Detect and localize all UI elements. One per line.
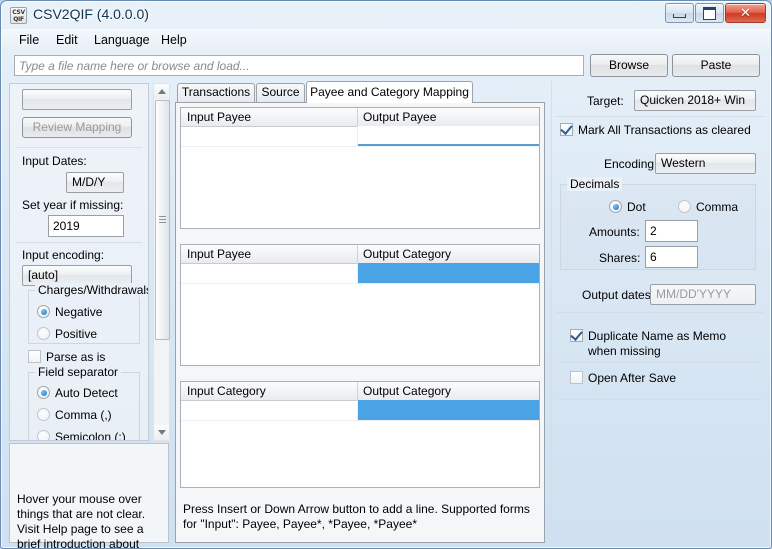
column-header-input-payee[interactable]: Input Payee <box>187 110 251 124</box>
column-divider <box>357 108 358 126</box>
application-window: CSV QIF CSV2QIF (4.0.0.0) ✕ File Edit Lan… <box>0 0 772 549</box>
table-row[interactable] <box>181 263 539 284</box>
file-path-input[interactable] <box>14 55 584 76</box>
target-combo[interactable]: Quicken 2018+ Win <box>634 90 756 111</box>
divider-3 <box>556 362 764 363</box>
minimize-icon <box>666 4 693 22</box>
grid-header: Input Payee Output Category <box>181 245 539 264</box>
encoding-label: Encoding: <box>604 157 658 171</box>
mark-all-cleared-checkbox[interactable]: Mark All Transactions as cleared <box>560 123 751 137</box>
menu-file[interactable]: File <box>12 32 46 49</box>
input-encoding-label: Input encoding: <box>22 248 105 262</box>
grid-hint-text: Press Insert or Down Arrow button to add… <box>178 498 542 540</box>
radio-separator-semicolon[interactable]: Semicolon (;) <box>37 430 126 440</box>
divider-2 <box>16 242 142 243</box>
charges-withdrawals-group: Charges/Withdrawals Negative Positive <box>28 283 148 344</box>
input-dates-combo[interactable]: M/D/Y <box>66 172 124 193</box>
grip-icon <box>159 216 166 224</box>
review-mapping-button[interactable]: Review Mapping <box>22 117 132 138</box>
cell-output-category[interactable] <box>358 263 539 283</box>
decimals-legend: Decimals <box>567 177 623 191</box>
cell-input-category[interactable] <box>181 400 358 420</box>
decimals-group: Decimals Dot Comma Amounts: 2 Shares: 6 <box>560 177 756 270</box>
title-bar[interactable]: CSV QIF CSV2QIF (4.0.0.0) ✕ <box>1 1 771 29</box>
field-separator-legend: Field separator <box>35 365 122 379</box>
column-divider <box>357 382 358 400</box>
left-options-panel: Review Mapping Input Dates: M/D/Y Set ye… <box>9 83 149 441</box>
cell-input-payee[interactable] <box>181 263 358 283</box>
target-label: Target: <box>587 94 624 108</box>
divider-2 <box>556 312 764 313</box>
cell-output-payee[interactable] <box>358 126 539 146</box>
duplicate-name-as-memo-checkbox[interactable]: Duplicate Name as Memo when missing <box>570 329 738 359</box>
amounts-spinner[interactable]: 2 <box>645 220 698 242</box>
file-toolbar: Browse Paste <box>2 51 771 81</box>
grid-header: Input Category Output Category <box>181 382 539 401</box>
table-row[interactable] <box>181 126 539 147</box>
radio-separator-auto[interactable]: Auto Detect <box>37 386 118 400</box>
radio-charges-negative[interactable]: Negative <box>37 305 102 319</box>
menu-bar: File Edit Language Help <box>2 29 771 51</box>
output-dates-label: Output dates: <box>582 288 655 302</box>
radio-charges-positive[interactable]: Positive <box>37 327 97 341</box>
column-header-output-payee[interactable]: Output Payee <box>363 110 436 124</box>
column-divider <box>357 245 358 263</box>
encoding-combo[interactable]: Western <box>655 153 756 174</box>
divider-4 <box>556 399 764 400</box>
center-tab-panel: Transactions Source Payee and Category M… <box>175 81 545 543</box>
radio-separator-comma[interactable]: Comma (,) <box>37 408 112 422</box>
menu-edit[interactable]: Edit <box>49 32 85 49</box>
open-after-save-checkbox[interactable]: Open After Save <box>570 371 676 385</box>
column-header-input-payee[interactable]: Input Payee <box>187 247 251 261</box>
shares-label: Shares: <box>599 251 641 265</box>
grid-category-to-category[interactable]: Input Category Output Category <box>180 381 540 488</box>
window-title: CSV2QIF (4.0.0.0) <box>33 6 149 22</box>
browse-button[interactable]: Browse <box>590 54 668 77</box>
scrollbar-thumb[interactable] <box>155 100 170 340</box>
right-options-panel: Target: Quicken 2018+ Win Mark All Trans… <box>551 81 767 543</box>
paste-button[interactable]: Paste <box>672 54 760 77</box>
field-separator-group: Field separator Auto Detect Comma (,) Se… <box>28 365 140 440</box>
input-dates-label: Input Dates: <box>22 154 87 168</box>
radio-decimal-comma[interactable]: Comma <box>678 200 738 214</box>
cell-output-category[interactable] <box>358 400 539 420</box>
set-year-label: Set year if missing: <box>22 198 124 212</box>
divider-1 <box>16 147 142 148</box>
cell-input-payee[interactable] <box>181 126 358 146</box>
output-dates-combo[interactable]: MM/DD'YYYY <box>650 284 756 305</box>
close-button[interactable]: ✕ <box>725 3 766 23</box>
tab-source[interactable]: Source <box>256 83 305 102</box>
radio-decimal-dot[interactable]: Dot <box>609 200 646 214</box>
grid-header: Input Payee Output Payee <box>181 108 539 127</box>
tab-payee-and-category-mapping[interactable]: Payee and Category Mapping <box>306 81 473 103</box>
table-row[interactable] <box>181 400 539 421</box>
charges-withdrawals-legend: Charges/Withdrawals <box>35 283 148 297</box>
scroll-down-arrow-icon[interactable] <box>154 425 169 440</box>
tab-transactions[interactable]: Transactions <box>177 83 255 102</box>
menu-language[interactable]: Language <box>87 32 157 49</box>
maximize-button[interactable] <box>695 3 724 23</box>
minimize-button[interactable] <box>665 3 694 23</box>
parse-as-is-checkbox[interactable]: Parse as is <box>28 350 105 364</box>
set-year-spinner[interactable]: 2019 <box>48 215 124 237</box>
close-icon: ✕ <box>740 5 751 21</box>
maximize-icon <box>696 4 723 22</box>
shares-spinner[interactable]: 6 <box>645 246 698 268</box>
grid-payee-to-category[interactable]: Input Payee Output Category <box>180 244 540 366</box>
app-icon: CSV QIF <box>10 7 27 24</box>
mapping-profile-combo[interactable] <box>22 89 132 110</box>
tab-content-panel: Input Payee Output Payee Input Payee Out… <box>175 102 545 543</box>
column-header-input-category[interactable]: Input Category <box>187 384 266 398</box>
hover-help-box: Hover your mouse over things that are no… <box>9 443 169 548</box>
amounts-label: Amounts: <box>589 225 640 239</box>
column-header-output-category[interactable]: Output Category <box>363 247 451 261</box>
scroll-up-arrow-icon[interactable] <box>154 84 169 99</box>
left-panel-scrollbar[interactable] <box>153 83 170 441</box>
grid-payee-to-payee[interactable]: Input Payee Output Payee <box>180 107 540 229</box>
menu-help[interactable]: Help <box>154 32 194 49</box>
column-header-output-category[interactable]: Output Category <box>363 384 451 398</box>
divider-1 <box>556 116 764 117</box>
